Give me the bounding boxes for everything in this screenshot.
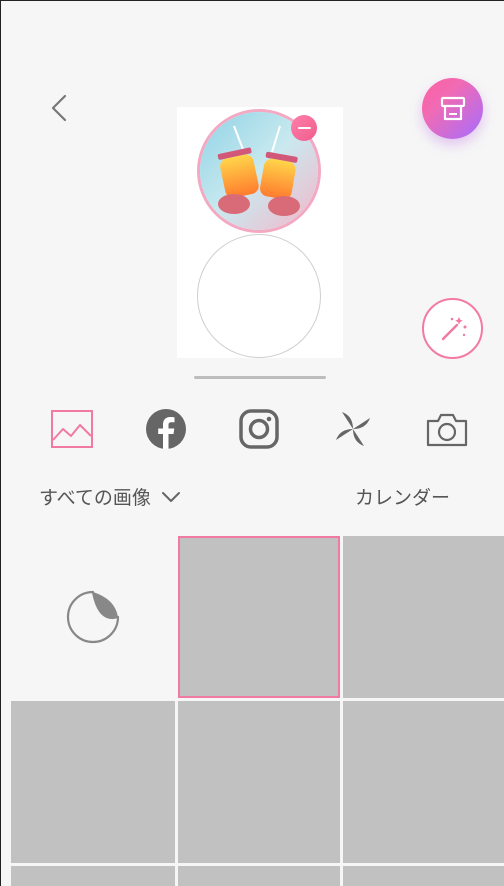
- print-icon: [440, 96, 465, 120]
- sticker-peel-icon: [66, 590, 120, 644]
- photo-thumbnail[interactable]: [343, 701, 504, 863]
- photo-thumbnail[interactable]: [343, 536, 504, 698]
- calendar-button[interactable]: カレンダー: [355, 483, 450, 510]
- chevron-down-icon: [161, 491, 180, 502]
- magic-wand-icon: [441, 316, 466, 340]
- album-selector-label: すべての画像: [39, 487, 151, 509]
- source-instagram-tab[interactable]: [236, 406, 282, 452]
- sheet-drag-handle[interactable]: [194, 376, 326, 379]
- pinwheel-icon: [336, 412, 370, 446]
- app-screen: すべての画像 カレンダー: [0, 0, 504, 886]
- photo-thumbnail[interactable]: [178, 866, 340, 886]
- photo-thumbnail[interactable]: [343, 866, 504, 886]
- sticker-cell[interactable]: [11, 536, 175, 698]
- remove-photo-button[interactable]: [291, 115, 317, 141]
- photo-thumbnail[interactable]: [11, 701, 175, 863]
- album-selector[interactable]: すべての画像: [39, 483, 181, 510]
- image-icon: [51, 410, 93, 448]
- source-gallery-tab[interactable]: [49, 406, 95, 452]
- photo-thumbnail[interactable]: [11, 866, 175, 886]
- chevron-left-icon: [51, 94, 67, 122]
- print-button[interactable]: [422, 78, 483, 139]
- source-pinwheel-tab[interactable]: [330, 406, 376, 452]
- facebook-icon: [146, 409, 186, 449]
- source-camera-tab[interactable]: [424, 406, 470, 452]
- camera-icon: [426, 413, 468, 447]
- instagram-icon: [239, 409, 279, 449]
- source-facebook-tab[interactable]: [143, 406, 189, 452]
- effects-button[interactable]: [422, 298, 483, 359]
- photo-thumbnail-selected[interactable]: [178, 536, 340, 698]
- back-button[interactable]: [43, 91, 77, 125]
- minus-icon: [297, 126, 311, 130]
- photo-thumbnail[interactable]: [178, 701, 340, 863]
- empty-photo-slot[interactable]: [197, 234, 321, 358]
